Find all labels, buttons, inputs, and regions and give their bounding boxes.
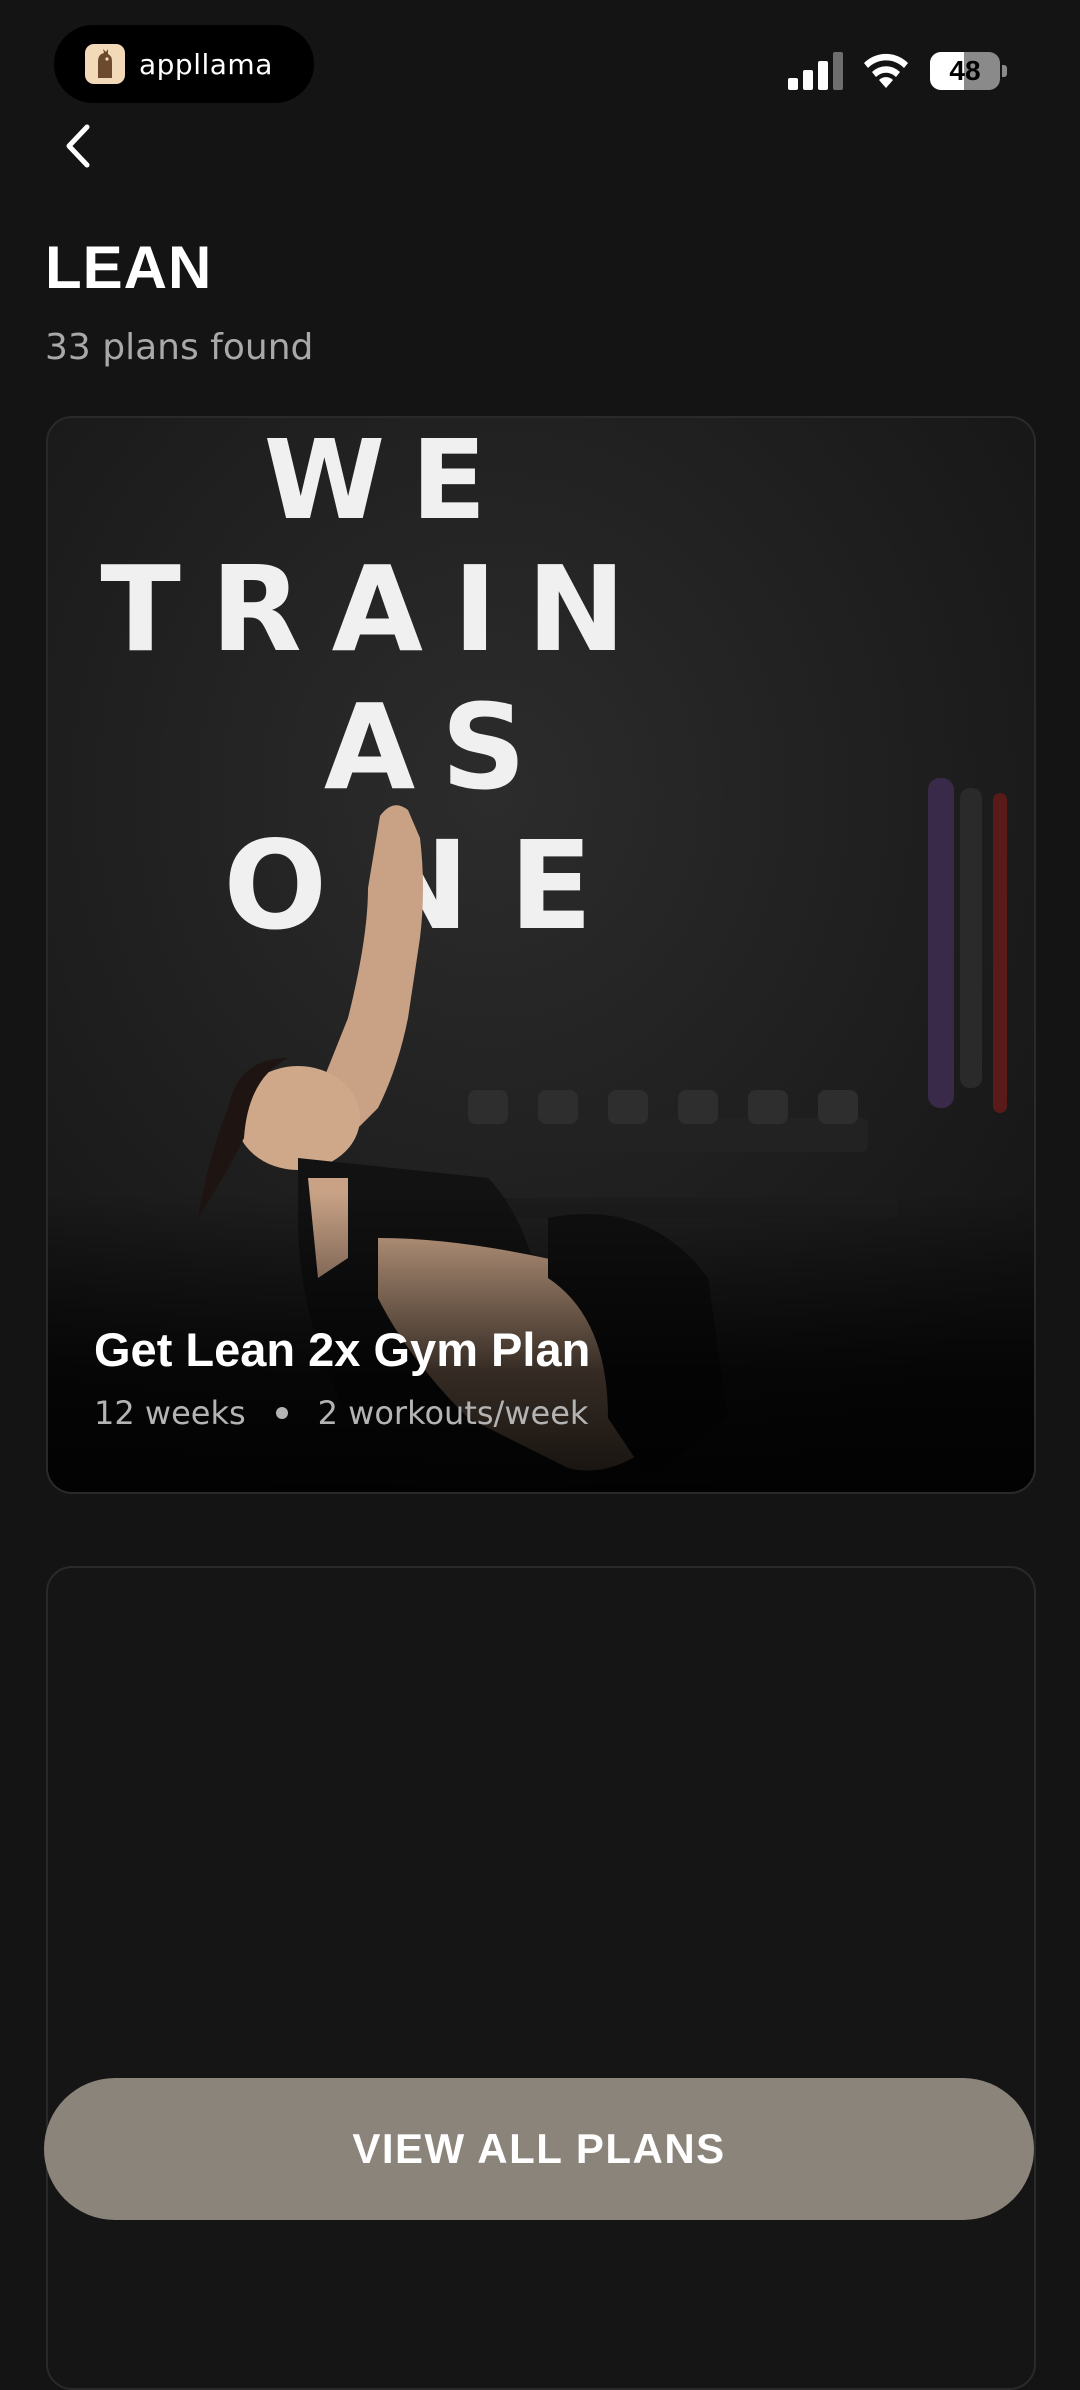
battery-level: 48 <box>949 55 981 86</box>
cellular-signal-icon <box>788 52 843 90</box>
llama-logo-icon <box>85 44 125 84</box>
photo-sign-word: WE <box>264 418 512 544</box>
separator-dot <box>275 1407 288 1419</box>
app-name: appllama <box>139 47 273 81</box>
plan-card[interactable]: WE TRAIN AS ONE Get Lean 2x Gym Plan 12 wee… <box>46 416 1036 1494</box>
view-all-plans-button[interactable]: VIEW ALL PLANS <box>44 2078 1034 2220</box>
plan-card-placeholder[interactable] <box>46 1566 1036 2390</box>
photo-sign-word: ONE <box>223 815 632 957</box>
plan-frequency: 2 workouts/week <box>317 1394 589 1432</box>
wifi-icon <box>864 53 908 88</box>
chevron-left-icon <box>66 124 90 168</box>
plan-meta: 12 weeks 2 workouts/week <box>94 1392 588 1434</box>
battery-icon: 48 <box>930 52 1008 90</box>
plan-title: Get Lean 2x Gym Plan <box>94 1323 591 1376</box>
back-button[interactable] <box>50 118 106 174</box>
page-title: LEAN <box>45 234 213 301</box>
plan-duration: 12 weeks <box>94 1394 246 1432</box>
results-count: 33 plans found <box>45 327 314 368</box>
photo-sign-word: TRAIN <box>100 540 655 678</box>
app-pill: appllama <box>54 25 314 103</box>
photo-sign-word: AS <box>324 678 552 816</box>
status-bar: appllama 48 <box>0 0 1080 130</box>
